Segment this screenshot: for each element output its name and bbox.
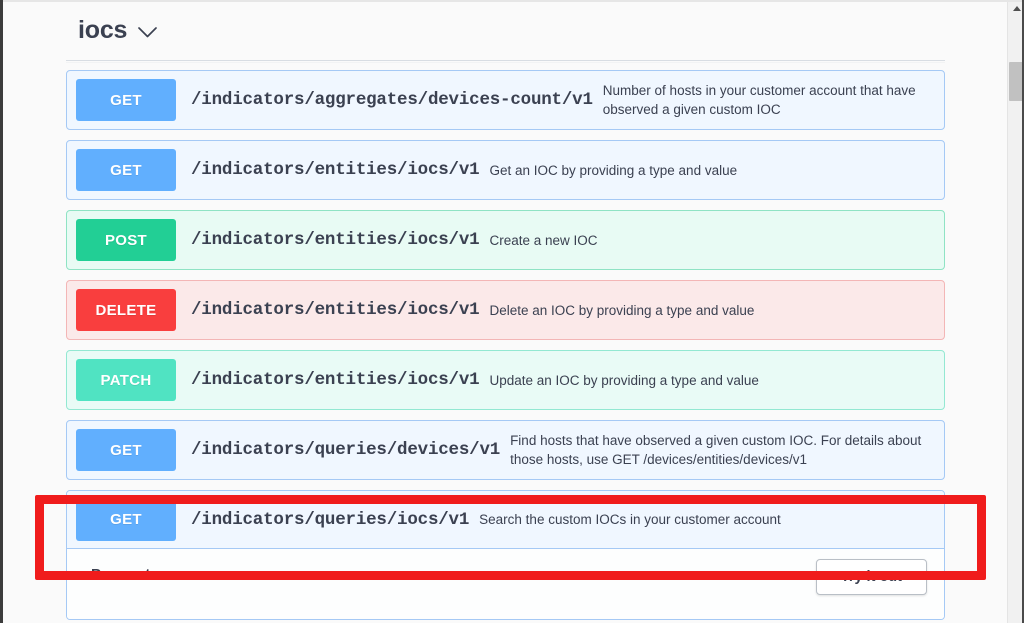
operation-path: /indicators/queries/iocs/v1 (191, 509, 470, 530)
operation-header[interactable]: DELETE/indicators/entities/iocs/v1 Delete… (67, 281, 944, 339)
tag-title: iocs (78, 16, 128, 44)
operations-list: GET/indicators/aggregates/devices-count/… (3, 63, 1007, 620)
operation-path: /indicators/entities/iocs/v1 (191, 300, 480, 320)
operation-path: /indicators/queries/devices/v1 (191, 440, 501, 460)
operation-header[interactable]: POST/indicators/entities/iocs/v1 Create a… (67, 211, 944, 269)
parameters-heading: Parameters (91, 566, 173, 583)
operation-description: Search the custom IOCs in your customer … (479, 512, 781, 527)
method-badge-get: GET (76, 149, 176, 191)
swagger-content: iocs GET/indicators/aggregates/devices-c… (3, 2, 1007, 623)
operation-path: /indicators/entities/iocs/v1 (191, 230, 480, 250)
operation-description: Delete an IOC by providing a type and va… (489, 302, 755, 318)
operation-body: Parameters Try it out (67, 549, 944, 619)
operation-description: Number of hosts in your customer account… (602, 83, 916, 117)
window-top-edge (0, 0, 1024, 2)
operation-path: /indicators/entities/iocs/v1 (191, 160, 480, 180)
operation-description: Update an IOC by providing a type and va… (489, 372, 759, 388)
try-it-out-button[interactable]: Try it out (815, 559, 927, 595)
operation-block[interactable]: PATCH/indicators/entities/iocs/v1 Update … (66, 350, 945, 410)
operation-description: Create a new IOC (489, 232, 598, 248)
window-left-edge (0, 0, 3, 623)
operation-header[interactable]: GET/indicators/entities/iocs/v1 Get an IO… (67, 141, 944, 199)
operation-block[interactable]: DELETE/indicators/entities/iocs/v1 Delete… (66, 280, 945, 340)
method-badge-patch: PATCH (76, 359, 176, 401)
operation-block[interactable]: POST/indicators/entities/iocs/v1 Create a… (66, 210, 945, 270)
method-badge-get: GET (76, 498, 176, 541)
operation-header[interactable]: PATCH/indicators/entities/iocs/v1 Update … (67, 351, 944, 409)
swagger-ui-page: iocs GET/indicators/aggregates/devices-c… (0, 0, 1024, 623)
method-badge-post: POST (76, 219, 176, 261)
operation-header[interactable]: GET/indicators/queries/devices/v1 Find ho… (67, 421, 944, 479)
operation-header-queries-iocs[interactable]: GET /indicators/queries/iocs/v1 Search t… (67, 491, 944, 549)
tag-divider (66, 60, 945, 61)
tag-toggle-iocs[interactable]: iocs (78, 16, 198, 45)
operation-header[interactable]: GET/indicators/aggregates/devices-count/… (67, 71, 944, 129)
operation-block[interactable]: GET/indicators/queries/devices/v1 Find ho… (66, 420, 945, 480)
parameters-bar: Parameters Try it out (67, 549, 944, 595)
operation-block[interactable]: GET/indicators/aggregates/devices-count/… (66, 70, 945, 130)
operation-description: Find hosts that have observed a given cu… (510, 433, 922, 467)
operation-description: Get an IOC by providing a type and value (489, 162, 738, 178)
tag-header: iocs (3, 2, 1007, 60)
operation-block[interactable]: GET/indicators/entities/iocs/v1 Get an IO… (66, 140, 945, 200)
method-badge-get: GET (76, 429, 176, 471)
operation-block-expanded: GET /indicators/queries/iocs/v1 Search t… (66, 490, 945, 620)
collapsed-operations: GET/indicators/aggregates/devices-count/… (66, 70, 945, 480)
operation-path: /indicators/aggregates/devices-count/v1 (191, 90, 593, 110)
chevron-down-icon[interactable] (138, 27, 158, 38)
method-badge-get: GET (76, 79, 176, 121)
operation-path: /indicators/entities/iocs/v1 (191, 370, 480, 390)
method-badge-delete: DELETE (76, 289, 176, 331)
